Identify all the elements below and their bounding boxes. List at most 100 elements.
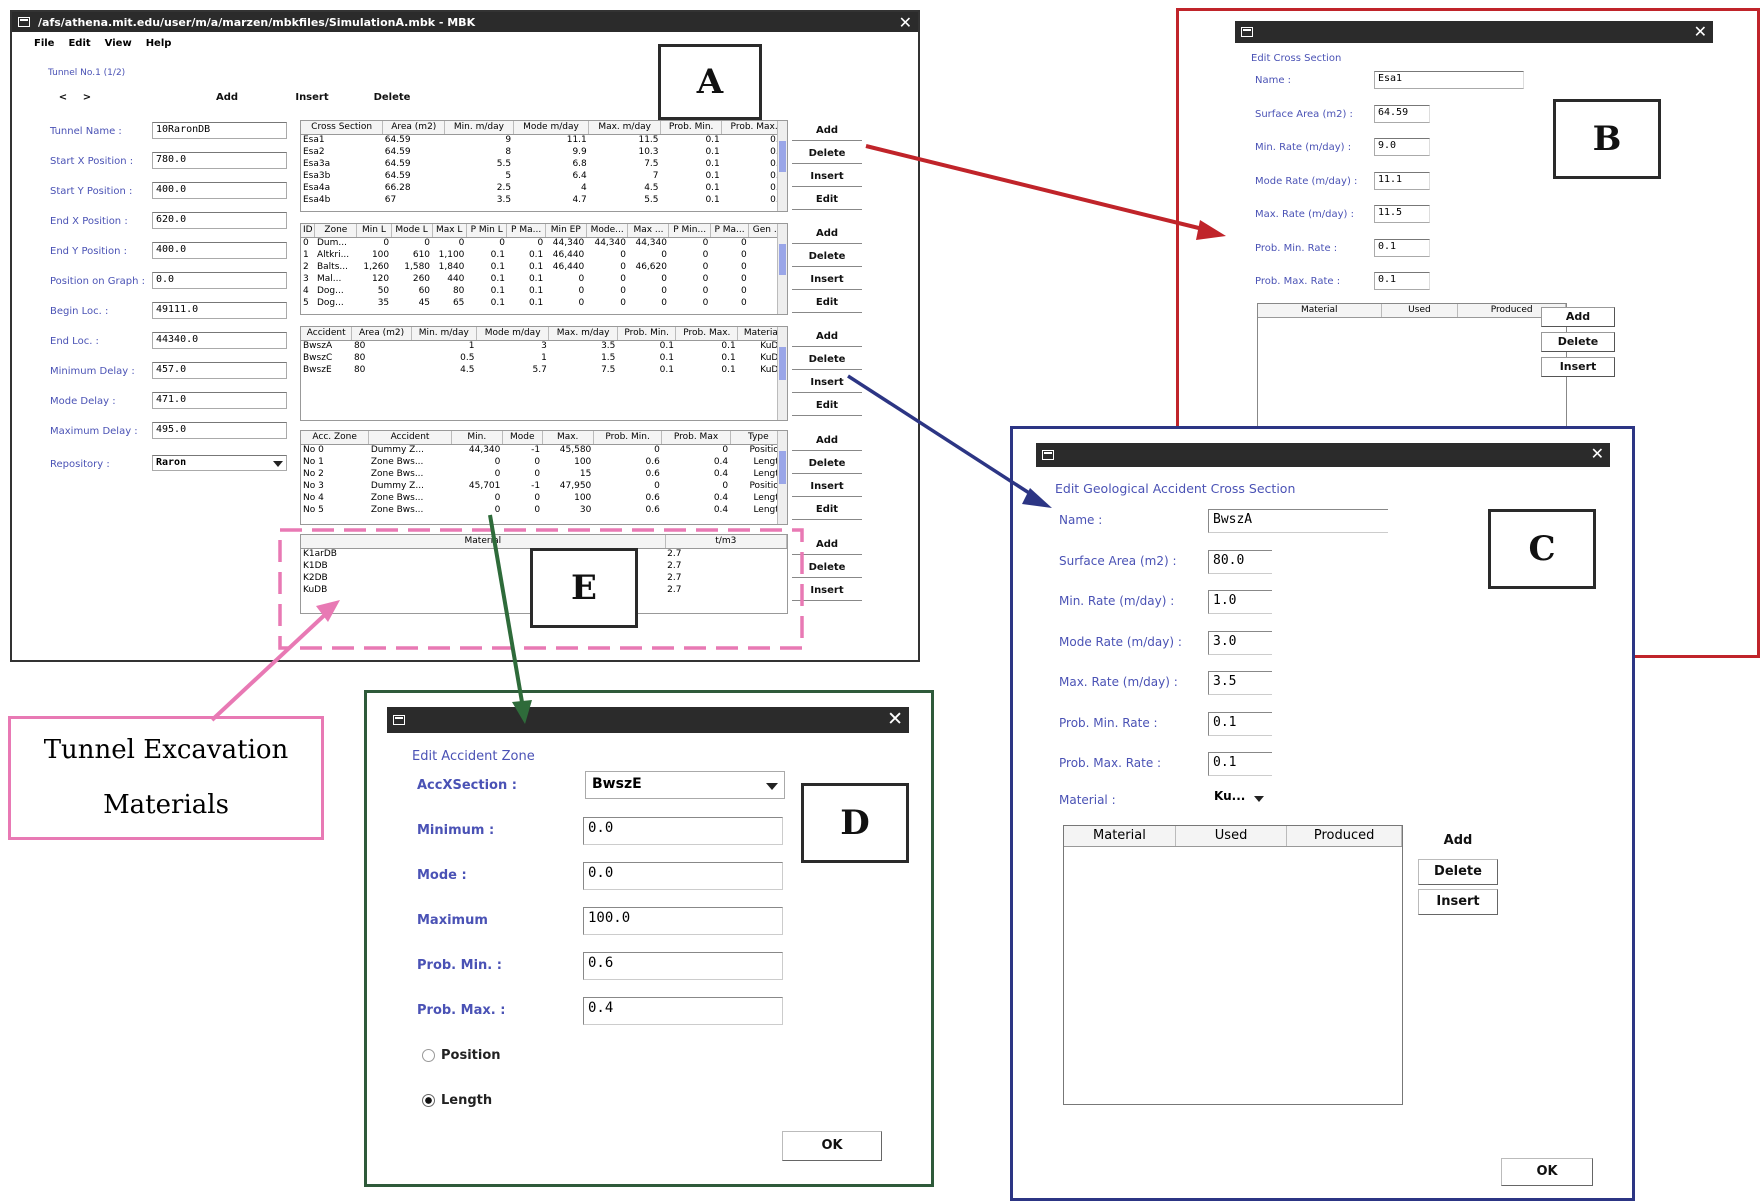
table-row[interactable]: No 5 Zone Bws... 0 0 30 0.6 0.4 Length bbox=[301, 504, 787, 516]
add-tunnel-button[interactable]: Add bbox=[192, 92, 262, 108]
table-row[interactable]: 2 Balts... 1,260 1,580 1,840 0.1 0.1 46,440 0 46,… bbox=[301, 261, 787, 273]
dialog-c-delete-button[interactable]: Delete bbox=[1418, 859, 1498, 885]
main-field-input[interactable]: 10RaronDB bbox=[152, 122, 287, 139]
table-header[interactable]: Prob. Min. bbox=[593, 431, 663, 445]
dialog-c-add-button[interactable]: Add bbox=[1418, 829, 1498, 855]
scrollbar[interactable] bbox=[777, 327, 787, 420]
table-header[interactable]: Min L bbox=[356, 224, 392, 238]
table-header[interactable]: Material bbox=[301, 535, 666, 549]
next-tunnel-button[interactable]: > bbox=[76, 92, 98, 108]
dialog-c-field-input[interactable]: 80.0 bbox=[1208, 549, 1272, 574]
close-icon[interactable]: ✕ bbox=[1694, 22, 1707, 41]
menu-file[interactable]: File bbox=[34, 38, 54, 49]
dialog-c-material-table[interactable]: Material Used Produced bbox=[1063, 825, 1403, 1105]
main-field-input[interactable]: 0.0 bbox=[152, 272, 287, 289]
table-header[interactable]: P Min L bbox=[466, 224, 508, 238]
table-row[interactable]: BwszA 80 1 3 3.5 0.1 0.1 KuDB bbox=[301, 340, 787, 352]
table-header[interactable]: Prob. Min. bbox=[660, 121, 723, 135]
crossSection-insert-button[interactable]: Insert bbox=[792, 168, 862, 187]
close-icon[interactable]: ✕ bbox=[899, 13, 912, 32]
dialog-b-material-table[interactable]: Material Used Produced bbox=[1257, 303, 1567, 443]
table-row[interactable]: Esa3b64.5956.470.10.1 bbox=[301, 170, 787, 182]
materials-add-button[interactable]: Add bbox=[792, 536, 862, 555]
table-row[interactable]: No 2 Zone Bws... 0 0 15 0.6 0.4 Length bbox=[301, 468, 787, 480]
zone-edit-button[interactable]: Edit bbox=[792, 294, 862, 313]
scrollbar[interactable] bbox=[777, 121, 787, 211]
table-header[interactable]: Mode L bbox=[391, 224, 433, 238]
table-header[interactable]: Mode bbox=[502, 431, 543, 445]
table-header[interactable]: Area (m2) bbox=[351, 327, 412, 341]
scroll-thumb[interactable] bbox=[779, 347, 786, 380]
main-field-input[interactable]: 400.0 bbox=[152, 242, 287, 259]
table-header[interactable]: ID bbox=[301, 224, 316, 238]
main-field-input[interactable]: 400.0 bbox=[152, 182, 287, 199]
table-row[interactable]: No 0 Dummy Z... 44,340 -1 45,580 0 0 Position bbox=[301, 444, 787, 456]
dialog-b-field-input[interactable]: 64.59 bbox=[1374, 104, 1430, 123]
radio-position[interactable]: Position bbox=[422, 1048, 501, 1063]
dialog-c-field-input[interactable]: 1.0 bbox=[1208, 590, 1272, 614]
scroll-thumb[interactable] bbox=[779, 140, 786, 173]
table-row[interactable]: BwszE 80 4.5 5.7 7.5 0.1 0.1 KuDB bbox=[301, 364, 787, 376]
scroll-thumb[interactable] bbox=[779, 243, 786, 276]
materials-insert-button[interactable]: Insert bbox=[792, 582, 862, 601]
dialog-b-field-input[interactable]: 0.1 bbox=[1374, 272, 1430, 290]
table-header[interactable]: Max. m/day bbox=[588, 121, 662, 135]
table-header[interactable]: Max L bbox=[432, 224, 467, 238]
table-row[interactable]: Esa164.59911.111.50.10.1 bbox=[301, 134, 787, 146]
dialog-c-field-input[interactable]: 3.0 bbox=[1208, 630, 1272, 655]
prev-tunnel-button[interactable]: < bbox=[52, 92, 74, 108]
dialog-b-field-input[interactable]: 9.0 bbox=[1374, 138, 1430, 156]
dialog-d-field-input[interactable]: 100.0 bbox=[583, 907, 783, 935]
crossSection-edit-button[interactable]: Edit bbox=[792, 191, 862, 210]
dialog-b-delete-button[interactable]: Delete bbox=[1541, 332, 1615, 352]
scroll-thumb[interactable] bbox=[779, 451, 786, 484]
table-header[interactable]: Acc. Zone bbox=[301, 431, 370, 445]
accZone-delete-button[interactable]: Delete bbox=[792, 455, 862, 474]
dialog-b-field-input[interactable]: Esa1 bbox=[1374, 71, 1524, 89]
dialog-d-acc-select[interactable]: BwszE bbox=[585, 771, 785, 799]
dialog-c-field-input[interactable]: 3.5 bbox=[1208, 671, 1272, 695]
table-row[interactable]: Esa3a64.595.56.87.50.10.1 bbox=[301, 158, 787, 170]
accident-add-button[interactable]: Add bbox=[792, 328, 862, 347]
table-row[interactable]: Esa4a66.282.544.50.10.1 bbox=[301, 182, 787, 194]
dialog-d-field-input[interactable]: 0.0 bbox=[583, 817, 783, 845]
zone-delete-button[interactable]: Delete bbox=[792, 248, 862, 267]
dialog-c-material-select[interactable]: Ku... bbox=[1208, 787, 1270, 811]
table-header[interactable]: P Ma... bbox=[710, 224, 750, 238]
crossSection-delete-button[interactable]: Delete bbox=[792, 145, 862, 164]
radio-length[interactable]: Length bbox=[422, 1093, 492, 1108]
dialog-d-ok-button[interactable]: OK bbox=[782, 1131, 882, 1161]
accident-delete-button[interactable]: Delete bbox=[792, 351, 862, 370]
table-header[interactable]: Max. bbox=[542, 431, 594, 445]
table-row[interactable]: No 4 Zone Bws... 0 0 100 0.6 0.4 Length bbox=[301, 492, 787, 504]
table-header[interactable]: Accident bbox=[301, 327, 353, 341]
table-header[interactable]: Cross Section bbox=[301, 121, 384, 135]
table-accZone[interactable]: Acc. Zone Accident Min. Mode Max. Prob. Min. P… bbox=[300, 430, 788, 525]
table-row[interactable]: No 1 Zone Bws... 0 0 100 0.6 0.4 Length bbox=[301, 456, 787, 468]
main-field-input[interactable]: 471.0 bbox=[152, 392, 287, 409]
table-row[interactable]: 1Altkri...1006101,1000.10.146,44000001 bbox=[301, 249, 787, 261]
scrollbar[interactable] bbox=[777, 224, 787, 314]
scrollbar[interactable] bbox=[777, 431, 787, 524]
table-zone[interactable]: ID Zone Min L Mode L Max LP Min LP Ma... Min … bbox=[300, 223, 788, 315]
dialog-d-field-input[interactable]: 0.0 bbox=[583, 862, 783, 890]
menu-help[interactable]: Help bbox=[146, 38, 172, 49]
table-row[interactable]: Esa264.5989.910.30.10.1 bbox=[301, 146, 787, 158]
table-header[interactable]: Min. m/day bbox=[444, 121, 514, 135]
table-header[interactable]: Accident bbox=[368, 431, 452, 445]
main-field-input[interactable]: 44340.0 bbox=[152, 332, 287, 349]
main-field-input[interactable]: 780.0 bbox=[152, 152, 287, 169]
dialog-b-add-button[interactable]: Add bbox=[1541, 307, 1615, 327]
dialog-c-insert-button[interactable]: Insert bbox=[1418, 889, 1498, 915]
close-icon[interactable]: ✕ bbox=[887, 708, 903, 730]
dialog-c-ok-button[interactable]: OK bbox=[1501, 1158, 1593, 1186]
table-row[interactable]: 3Mal...1202604400.10.1000001 bbox=[301, 273, 787, 285]
table-header[interactable]: Prob. Max. bbox=[675, 327, 739, 341]
main-field-input[interactable]: 457.0 bbox=[152, 362, 287, 379]
table-header[interactable]: Mode... bbox=[586, 224, 629, 238]
crossSection-add-button[interactable]: Add bbox=[792, 122, 862, 141]
accident-insert-button[interactable]: Insert bbox=[792, 374, 862, 393]
table-header[interactable]: P Min... bbox=[668, 224, 711, 238]
table-header[interactable]: Min. m/day bbox=[411, 327, 477, 341]
table-row[interactable]: No 3 Dummy Z... 45,701 -1 47,950 0 0 Position bbox=[301, 480, 787, 492]
